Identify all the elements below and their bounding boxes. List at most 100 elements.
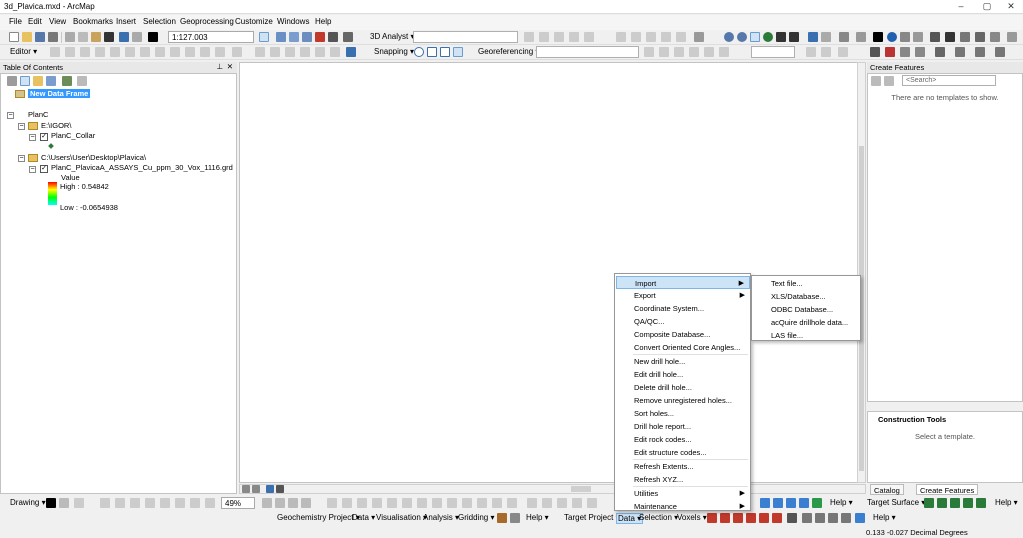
edit-tool-icon[interactable] xyxy=(155,47,165,57)
layout-tool-icon[interactable] xyxy=(462,498,472,508)
close-icon[interactable]: ✕ xyxy=(227,62,233,71)
new-document-icon[interactable] xyxy=(9,32,19,42)
select-features-icon[interactable] xyxy=(839,32,849,42)
georef-scale-combo[interactable] xyxy=(751,46,795,58)
submenu-item-xls-database[interactable]: XLS/Database... xyxy=(753,290,860,303)
html-popup-icon[interactable] xyxy=(900,32,910,42)
layout-tool-icon[interactable] xyxy=(342,498,352,508)
vertical-scrollbar[interactable] xyxy=(857,62,866,483)
3d-tool-icon[interactable] xyxy=(569,32,579,42)
edit-tool-icon[interactable] xyxy=(300,47,310,57)
layout-tool-icon[interactable] xyxy=(402,498,412,508)
georef-tool-icon[interactable] xyxy=(659,47,669,57)
refresh-icon[interactable] xyxy=(266,485,274,493)
georef-layer-combo[interactable] xyxy=(536,46,639,58)
edit-tool-icon[interactable] xyxy=(215,47,225,57)
maximize-button[interactable]: ▢ xyxy=(974,0,1000,13)
menu-geoprocessing[interactable]: Geoprocessing xyxy=(180,17,234,26)
layout-tool-icon[interactable] xyxy=(301,498,311,508)
menu-item-coordinate-system[interactable]: Coordinate System... xyxy=(616,302,750,315)
georef-tool-icon[interactable] xyxy=(821,47,831,57)
edit-tool-icon[interactable] xyxy=(125,47,135,57)
pin-icon[interactable]: ⊥ xyxy=(216,62,223,71)
surface-tool-icon[interactable] xyxy=(963,498,973,508)
menu-item-export[interactable]: Export ▶ xyxy=(616,289,750,302)
draw-tool-icon[interactable] xyxy=(74,498,84,508)
target-tool-icon[interactable] xyxy=(815,513,825,523)
target-surface-dropdown[interactable]: Target Surface ▾ xyxy=(867,498,925,507)
draw-tool-icon[interactable] xyxy=(190,498,200,508)
edit-tool-icon[interactable] xyxy=(616,32,626,42)
help-dropdown[interactable]: Help ▾ xyxy=(526,513,549,522)
minimize-button[interactable]: – xyxy=(948,0,974,13)
tab-create-features[interactable]: Create Features xyxy=(916,484,979,495)
surface-tool-icon[interactable] xyxy=(976,498,986,508)
gridding-dropdown[interactable]: Gridding ▾ xyxy=(458,513,494,522)
target-tool-icon[interactable] xyxy=(707,513,717,523)
layout-tool-icon[interactable] xyxy=(587,498,597,508)
add-data-icon[interactable] xyxy=(148,32,158,42)
georef-tool-icon[interactable] xyxy=(806,47,816,57)
back-extent-icon[interactable] xyxy=(808,32,818,42)
surface-tool-icon[interactable] xyxy=(760,498,770,508)
layer-group-label[interactable]: PlanC xyxy=(28,110,48,119)
edit-tool-icon[interactable] xyxy=(50,47,60,57)
draw-tool-icon[interactable] xyxy=(915,47,925,57)
delete-icon[interactable] xyxy=(104,32,114,42)
3d-tool-icon[interactable] xyxy=(524,32,534,42)
find-route-icon[interactable] xyxy=(945,32,955,42)
edit-tool-icon[interactable] xyxy=(170,47,180,57)
menu-item-remove-unregistered-holes[interactable]: Remove unregistered holes... xyxy=(616,394,750,407)
menu-windows[interactable]: Windows xyxy=(277,17,309,26)
layout-tool-icon[interactable] xyxy=(507,498,517,508)
visualisation-dropdown[interactable]: Visualisation ▾ xyxy=(376,513,427,522)
edit-tool-icon[interactable] xyxy=(646,32,656,42)
snapping-dropdown[interactable]: Snapping ▾ xyxy=(374,47,414,56)
edit-tool-icon[interactable] xyxy=(270,47,280,57)
data-view-icon[interactable] xyxy=(252,485,260,493)
edit-tool-icon[interactable] xyxy=(110,47,120,57)
undo-edit-icon[interactable] xyxy=(346,47,356,57)
editor-dropdown[interactable]: Editor ▾ xyxy=(10,47,37,56)
layout-tool-icon[interactable] xyxy=(372,498,382,508)
layout-tool-icon[interactable] xyxy=(387,498,397,508)
catalog-icon[interactable] xyxy=(289,32,299,42)
submenu-item-odbc-database[interactable]: ODBC Database... xyxy=(753,303,860,316)
3d-tool-icon[interactable] xyxy=(584,32,594,42)
zoom-in-icon[interactable] xyxy=(724,32,734,42)
layout-tool-icon[interactable] xyxy=(572,498,582,508)
zoom-out-icon[interactable] xyxy=(737,32,747,42)
layout-tool-icon[interactable] xyxy=(262,498,272,508)
tab-catalog[interactable]: Catalog xyxy=(870,484,904,495)
georeferencing-dropdown[interactable]: Georeferencing ▾ xyxy=(478,47,539,56)
georef-tool-icon[interactable] xyxy=(719,47,729,57)
edit-tool-icon[interactable] xyxy=(676,32,686,42)
collapse-icon[interactable]: − xyxy=(18,123,25,130)
draw-tool-icon[interactable] xyxy=(175,498,185,508)
draw-tool-icon[interactable] xyxy=(205,498,215,508)
edit-tool-icon[interactable] xyxy=(200,47,210,57)
analysis-dropdown[interactable]: Analysis ▾ xyxy=(423,513,459,522)
target-tool-icon[interactable] xyxy=(746,513,756,523)
georef-tool-icon[interactable] xyxy=(704,47,714,57)
menu-item-maintenance[interactable]: Maintenance ▶ xyxy=(616,500,750,513)
3d-analyst-dropdown[interactable]: 3D Analyst ▾ xyxy=(370,32,414,41)
select-elements-icon[interactable] xyxy=(873,32,883,42)
edit-tool-icon[interactable] xyxy=(95,47,105,57)
table-of-contents-icon[interactable] xyxy=(276,32,286,42)
list-by-drawing-order-icon[interactable] xyxy=(7,76,17,86)
menu-item-edit-rock-codes[interactable]: Edit rock codes... xyxy=(616,433,750,446)
layer-visibility-checkbox[interactable]: ✓ xyxy=(40,165,48,173)
layout-tool-icon[interactable] xyxy=(557,498,567,508)
edge-snap-icon[interactable] xyxy=(453,47,463,57)
search-window-icon[interactable] xyxy=(302,32,312,42)
geochem-tool-icon[interactable] xyxy=(497,513,507,523)
forward-extent-icon[interactable] xyxy=(821,32,831,42)
menu-bookmarks[interactable]: Bookmarks xyxy=(73,17,113,26)
drawing-dropdown[interactable]: Drawing ▾ xyxy=(10,498,46,507)
draw-tool-icon[interactable] xyxy=(145,498,155,508)
edit-tool-icon[interactable] xyxy=(185,47,195,57)
folder-path-label[interactable]: E:\IGOR\ xyxy=(41,121,71,130)
edit-tool-icon[interactable] xyxy=(694,32,704,42)
list-by-source-icon[interactable] xyxy=(20,76,30,86)
